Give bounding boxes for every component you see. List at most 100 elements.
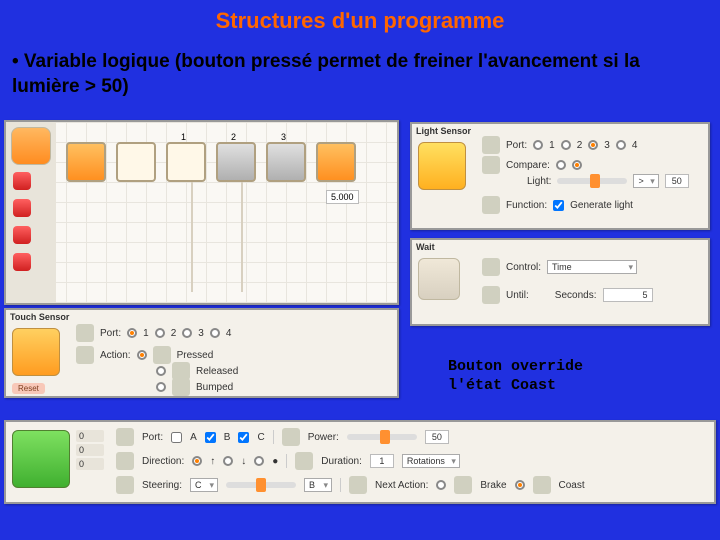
- reset-tab[interactable]: Reset: [12, 383, 45, 394]
- brake-radio[interactable]: [436, 480, 446, 490]
- bullet-text: • Variable logique (bouton pressé permet…: [12, 50, 708, 99]
- steering-slider[interactable]: [226, 482, 296, 488]
- power-label: Power:: [308, 432, 339, 443]
- compare-radio[interactable]: [572, 160, 582, 170]
- power-icon: [282, 428, 300, 446]
- light-value[interactable]: 50: [665, 174, 689, 188]
- power-slider[interactable]: [347, 434, 417, 440]
- start-block[interactable]: [66, 142, 106, 182]
- program-block[interactable]: [116, 142, 156, 182]
- steering-icon: [116, 476, 134, 494]
- steer-left-dropdown[interactable]: C: [190, 478, 218, 492]
- compare-op-dropdown[interactable]: >: [633, 174, 658, 188]
- port-icon: [76, 324, 94, 342]
- direction-icon: [116, 452, 134, 470]
- brake-icon: [454, 476, 472, 494]
- block-num: 2: [231, 132, 236, 142]
- motor-readout: 0 0 0: [76, 430, 104, 472]
- touch-sensor-icon: [12, 328, 60, 376]
- light-slider[interactable]: [557, 178, 627, 184]
- direction-label: Direction:: [142, 456, 184, 467]
- program-block[interactable]: [216, 142, 256, 182]
- until-icon: [482, 286, 500, 304]
- program-block[interactable]: [316, 142, 356, 182]
- port-label: Port:: [142, 432, 163, 443]
- bumped-icon: [172, 378, 190, 396]
- light-sensor-panel: Light Sensor Port: 1 2 3 4 Compare: Ligh…: [410, 122, 710, 230]
- steering-label: Steering:: [142, 480, 182, 491]
- block-num: 1: [181, 132, 186, 142]
- dir-back-radio[interactable]: [223, 456, 233, 466]
- compare-label: Compare:: [506, 160, 550, 171]
- dir-fwd-radio[interactable]: [192, 456, 202, 466]
- slide-title: Structures d'un programme: [0, 8, 720, 34]
- action-radio-released[interactable]: [156, 366, 166, 376]
- action-radio-bumped[interactable]: [156, 382, 166, 392]
- palette-red-icon[interactable]: [13, 253, 31, 271]
- function-icon: [482, 196, 500, 214]
- block-palette[interactable]: [6, 122, 56, 303]
- sequence-beam: 1 2 3 5.000: [66, 132, 387, 202]
- duration-icon: [295, 452, 313, 470]
- compare-radio[interactable]: [556, 160, 566, 170]
- port-c-checkbox[interactable]: [238, 432, 249, 443]
- coast-radio[interactable]: [515, 480, 525, 490]
- light-label: Light:: [527, 176, 551, 187]
- compare-icon: [482, 156, 500, 174]
- duration-label: Duration:: [321, 456, 362, 467]
- next-action-icon: [349, 476, 367, 494]
- palette-red-icon[interactable]: [13, 226, 31, 244]
- port-radio-1[interactable]: [127, 328, 137, 338]
- arrow-down-icon: ↓: [241, 456, 246, 467]
- port-icon: [482, 136, 500, 154]
- action-icon: [76, 346, 94, 364]
- panel-title: Touch Sensor: [10, 312, 69, 322]
- port-radio-2[interactable]: [155, 328, 165, 338]
- move-panel: 0 0 0 Port: A B C Power: 50 Direction: ↑…: [4, 420, 716, 504]
- dir-stop-radio[interactable]: [254, 456, 264, 466]
- action-label: Action:: [100, 350, 131, 361]
- program-block[interactable]: [166, 142, 206, 182]
- until-label: Until:: [506, 290, 529, 301]
- port-radio-3[interactable]: [588, 140, 598, 150]
- arrow-up-icon: ↑: [210, 456, 215, 467]
- panel-title: Light Sensor: [416, 126, 471, 136]
- control-dropdown[interactable]: Time: [547, 260, 637, 274]
- move-gear-icon: [12, 430, 70, 488]
- control-icon: [482, 258, 500, 276]
- palette-common-icon[interactable]: [11, 127, 51, 165]
- control-label: Control:: [506, 262, 541, 273]
- port-b-checkbox[interactable]: [205, 432, 216, 443]
- value-readout: 5.000: [326, 190, 359, 204]
- port-radio-1[interactable]: [533, 140, 543, 150]
- next-action-label: Next Action:: [375, 480, 428, 491]
- power-value[interactable]: 50: [425, 430, 449, 444]
- coast-icon: [533, 476, 551, 494]
- port-radio-4[interactable]: [616, 140, 626, 150]
- palette-red-icon[interactable]: [13, 172, 31, 190]
- port-radio-2[interactable]: [561, 140, 571, 150]
- palette-red-icon[interactable]: [13, 199, 31, 217]
- light-sensor-icon: [418, 142, 466, 190]
- generate-light-checkbox[interactable]: [553, 200, 564, 211]
- port-radio-3[interactable]: [182, 328, 192, 338]
- block-num: 3: [281, 132, 286, 142]
- steer-right-dropdown[interactable]: B: [304, 478, 332, 492]
- program-canvas: 1 2 3 5.000: [4, 120, 399, 305]
- hourglass-icon: [418, 258, 460, 300]
- port-label: Port:: [506, 140, 527, 151]
- duration-value[interactable]: 1: [370, 454, 394, 468]
- port-label: Port:: [100, 328, 121, 339]
- function-label: Function:: [506, 200, 547, 211]
- port-a-checkbox[interactable]: [171, 432, 182, 443]
- panel-title: Wait: [416, 242, 435, 252]
- action-radio-pressed[interactable]: [137, 350, 147, 360]
- port-icon: [116, 428, 134, 446]
- seconds-label: Seconds:: [555, 290, 597, 301]
- seconds-field[interactable]: 5: [603, 288, 653, 302]
- port-radio-4[interactable]: [210, 328, 220, 338]
- duration-unit-dropdown[interactable]: Rotations: [402, 454, 460, 468]
- wait-panel: Wait Control: Time Until: Seconds: 5: [410, 238, 710, 326]
- program-block[interactable]: [266, 142, 306, 182]
- touch-sensor-panel: Touch Sensor Reset Port: 1 2 3 4 Action:…: [4, 308, 399, 398]
